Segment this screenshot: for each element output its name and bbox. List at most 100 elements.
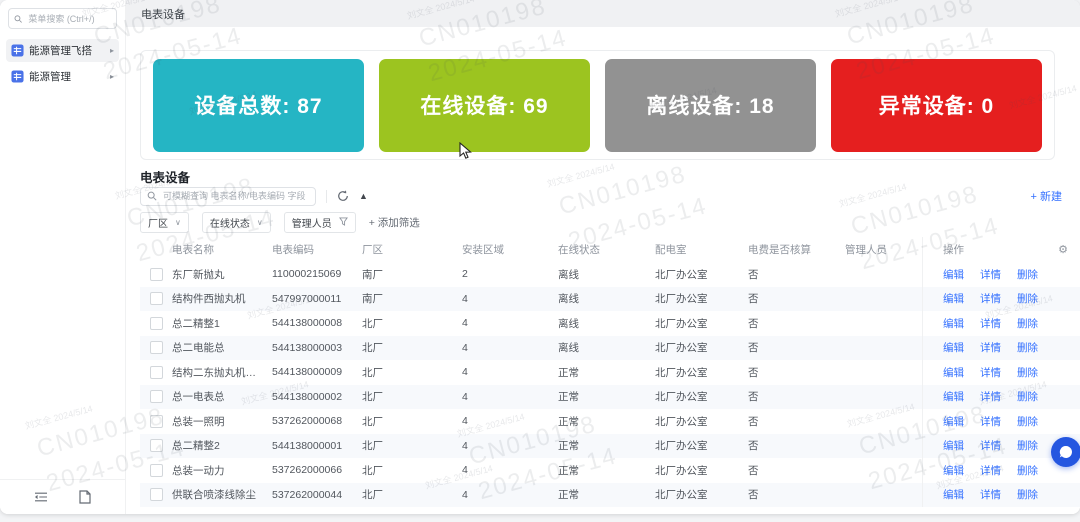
action-link[interactable]: 编辑 — [943, 438, 964, 453]
action-link[interactable]: 详情 — [980, 463, 1001, 478]
row-checkbox[interactable] — [150, 463, 163, 477]
document-icon[interactable] — [79, 490, 91, 504]
table-search-box[interactable] — [140, 186, 316, 206]
row-cell-status: 正常 — [558, 440, 579, 453]
row-actions: 编辑 详情 删除 — [922, 482, 1080, 507]
sidebar-item-energy-feida[interactable]: 能源管理飞搭 — [6, 39, 119, 62]
row-cell-status: 正常 — [558, 366, 579, 379]
table-search-input[interactable] — [161, 190, 309, 202]
row-cell-code: 110000215069 — [272, 268, 342, 281]
action-link[interactable]: 删除 — [1017, 487, 1038, 502]
row-cell-billing: 否 — [748, 440, 759, 453]
row-cell-room: 北厂办公室 — [655, 415, 708, 428]
action-link[interactable]: 删除 — [1017, 463, 1038, 478]
row-cell-area: 4 — [462, 439, 468, 452]
filter-chip-label: 管理人员 — [291, 219, 332, 230]
row-cell-status: 正常 — [558, 464, 579, 477]
action-link[interactable]: 删除 — [1017, 389, 1038, 404]
action-link[interactable]: 删除 — [1017, 365, 1038, 380]
stat-card: 离线设备: 18 — [605, 58, 816, 152]
row-cell-name: 总二精整2 — [172, 440, 220, 453]
app-grid-icon — [11, 44, 24, 57]
row-checkbox[interactable] — [150, 390, 163, 404]
action-link[interactable]: 删除 — [1017, 267, 1038, 282]
row-cell-code: 544138000009 — [272, 366, 343, 379]
gear-icon[interactable] — [1058, 243, 1068, 256]
action-link[interactable]: 删除 — [1017, 316, 1038, 331]
row-checkbox[interactable] — [150, 316, 163, 330]
action-link[interactable]: 编辑 — [943, 291, 964, 306]
action-link[interactable]: 删除 — [1017, 340, 1038, 355]
table-row: 总二精整2 544138000001 北厂 4 正常 北厂办公室 否 编辑 详情 删除 — [140, 433, 1080, 458]
action-link[interactable]: 详情 — [980, 291, 1001, 306]
action-link[interactable]: 编辑 — [943, 267, 964, 282]
row-cell-plant: 北厂 — [362, 342, 383, 355]
action-link[interactable]: 详情 — [980, 414, 1001, 429]
action-link[interactable]: 详情 — [980, 365, 1001, 380]
row-cell-name: 供联合喷漆线除尘 — [172, 489, 256, 502]
action-link[interactable]: 编辑 — [943, 316, 964, 331]
sidebar-item-label: 能源管理 — [29, 71, 71, 83]
action-link[interactable]: 删除 — [1017, 414, 1038, 429]
row-actions: 编辑 详情 删除 — [922, 335, 1080, 360]
app-window: 能源管理飞搭 能源管理 — [0, 0, 1080, 514]
row-cell-name: 总二精整1 — [172, 317, 220, 330]
help-float-button[interactable] — [1051, 437, 1080, 467]
action-link[interactable]: 编辑 — [943, 463, 964, 478]
refresh-icon[interactable] — [337, 190, 349, 202]
filter-chip[interactable]: 厂区 — [140, 212, 189, 233]
action-link[interactable]: 编辑 — [943, 414, 964, 429]
new-button[interactable]: + 新建 — [1031, 188, 1062, 204]
action-link[interactable]: 详情 — [980, 340, 1001, 355]
menu-search-box[interactable] — [8, 8, 117, 29]
action-link[interactable]: 详情 — [980, 438, 1001, 453]
row-checkbox[interactable] — [150, 292, 163, 306]
search-icon — [147, 191, 157, 201]
row-actions: 编辑 详情 删除 — [922, 360, 1080, 385]
collapse-sidebar-icon[interactable] — [34, 491, 48, 503]
chat-bubble-icon — [1059, 445, 1072, 458]
row-checkbox[interactable] — [150, 267, 163, 281]
section-title: 电表设备 — [140, 171, 191, 185]
tab-meter-devices[interactable]: 电表设备 — [141, 6, 185, 22]
action-link[interactable]: 详情 — [980, 316, 1001, 331]
row-checkbox[interactable] — [150, 341, 163, 355]
collapse-panel-icon[interactable] — [359, 191, 368, 201]
row-cell-code: 537262000066 — [272, 464, 343, 477]
action-link[interactable]: 详情 — [980, 487, 1001, 502]
row-cell-room: 北厂办公室 — [655, 464, 708, 477]
app-grid-icon — [11, 70, 24, 83]
row-checkbox[interactable] — [150, 414, 163, 428]
filter-chip-label: 厂区 — [148, 219, 168, 230]
filter-bar: 厂区 在线状态 管理人员 + 添加筛选 — [140, 212, 420, 233]
column-header: 安装区域 — [462, 244, 504, 256]
action-link[interactable]: 编辑 — [943, 389, 964, 404]
action-link[interactable]: 编辑 — [943, 340, 964, 355]
sidebar-item-label: 能源管理飞搭 — [29, 45, 92, 57]
table-header-row: 电表名称 电表编码 厂区 安装区域 在线状态 配电室 电费是否核算 管理人员 操作 — [140, 237, 1080, 262]
row-cell-code: 544138000008 — [272, 317, 343, 330]
stat-card: 在线设备: 69 — [379, 58, 590, 152]
row-cell-code: 544138000001 — [272, 439, 343, 452]
row-cell-room: 北厂办公室 — [655, 366, 708, 379]
row-cell-billing: 否 — [748, 489, 759, 502]
row-cell-code: 537262000068 — [272, 415, 343, 428]
row-checkbox[interactable] — [150, 439, 163, 453]
filter-icon — [338, 216, 348, 229]
row-checkbox[interactable] — [150, 365, 163, 379]
menu-search-input[interactable] — [26, 12, 111, 25]
filter-chip[interactable]: 管理人员 — [283, 212, 356, 233]
row-cell-room: 北厂办公室 — [655, 440, 708, 453]
filter-chip[interactable]: 在线状态 — [201, 212, 271, 233]
action-link[interactable]: 编辑 — [943, 487, 964, 502]
add-filter-button[interactable]: + 添加筛选 — [369, 215, 420, 230]
row-checkbox[interactable] — [150, 488, 163, 502]
action-link[interactable]: 编辑 — [943, 365, 964, 380]
action-link[interactable]: 详情 — [980, 267, 1001, 282]
action-link[interactable]: 删除 — [1017, 438, 1038, 453]
action-link[interactable]: 详情 — [980, 389, 1001, 404]
row-cell-billing: 否 — [748, 464, 759, 477]
action-link[interactable]: 删除 — [1017, 291, 1038, 306]
chevron-down-icon — [175, 218, 181, 227]
sidebar-item-energy[interactable]: 能源管理 — [6, 65, 119, 88]
